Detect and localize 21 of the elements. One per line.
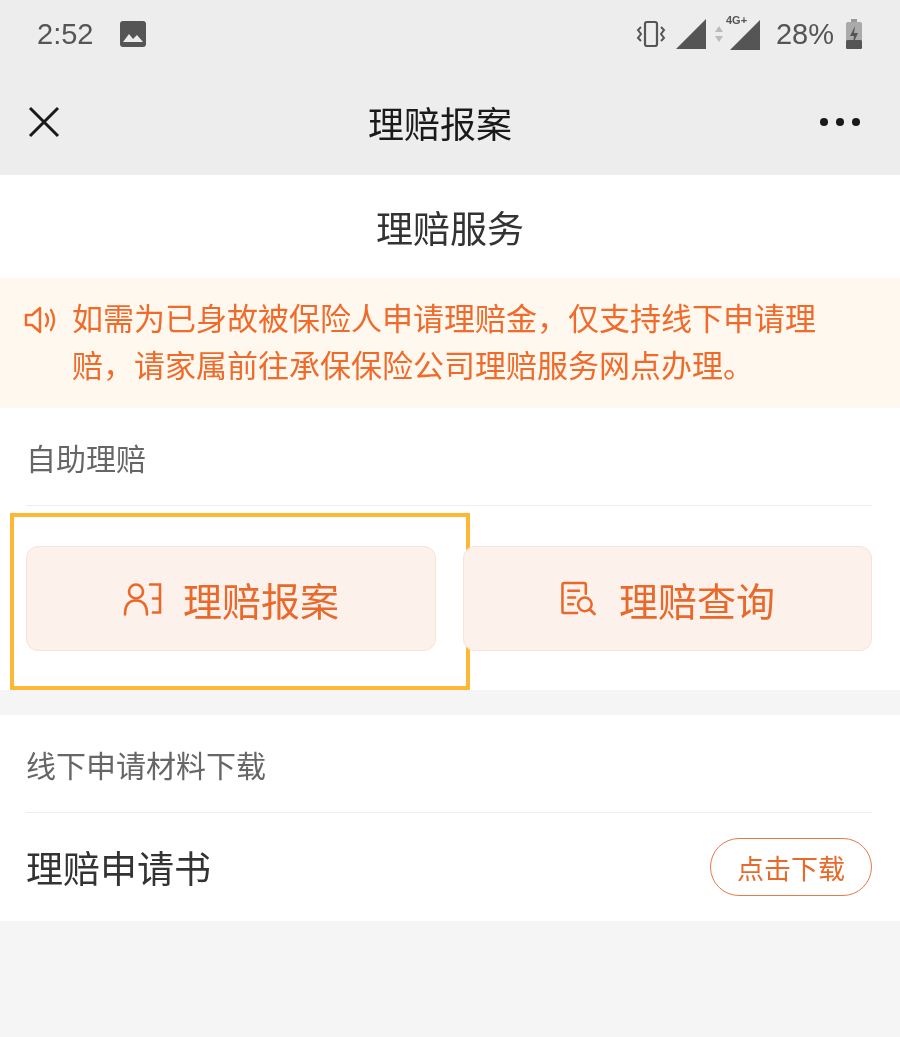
section-label: 自助理赔 — [26, 440, 146, 479]
data-arrows-icon — [713, 24, 724, 44]
page-title: 理赔服务 — [376, 207, 524, 254]
battery-percent: 28% — [775, 17, 834, 51]
more-icon — [820, 117, 860, 126]
close-icon — [28, 105, 60, 138]
action-button[interactable]: 理赔报案 — [26, 546, 436, 651]
download-button[interactable]: 点击下载 — [710, 838, 872, 896]
status-time: 2:52 — [37, 17, 94, 51]
nav-title: 理赔报案 — [368, 103, 512, 148]
image-icon — [120, 21, 147, 47]
signal-icon — [675, 19, 706, 49]
section-label: 线下申请材料下载 — [26, 747, 266, 786]
action-button[interactable]: 理赔查询 — [462, 546, 872, 651]
network-type: 4G+ — [725, 14, 748, 26]
notice-text: 如需为已身故被保险人申请理赔金，仅支持线下申请理赔，请家属前往承保保险公司理赔服务网点办理。 — [72, 300, 817, 386]
vibrate-icon — [635, 19, 666, 49]
speaker-icon — [24, 305, 58, 335]
battery-charging-icon — [846, 19, 862, 49]
person-list-icon — [122, 580, 163, 617]
document-name: 理赔申请书 — [26, 848, 211, 894]
